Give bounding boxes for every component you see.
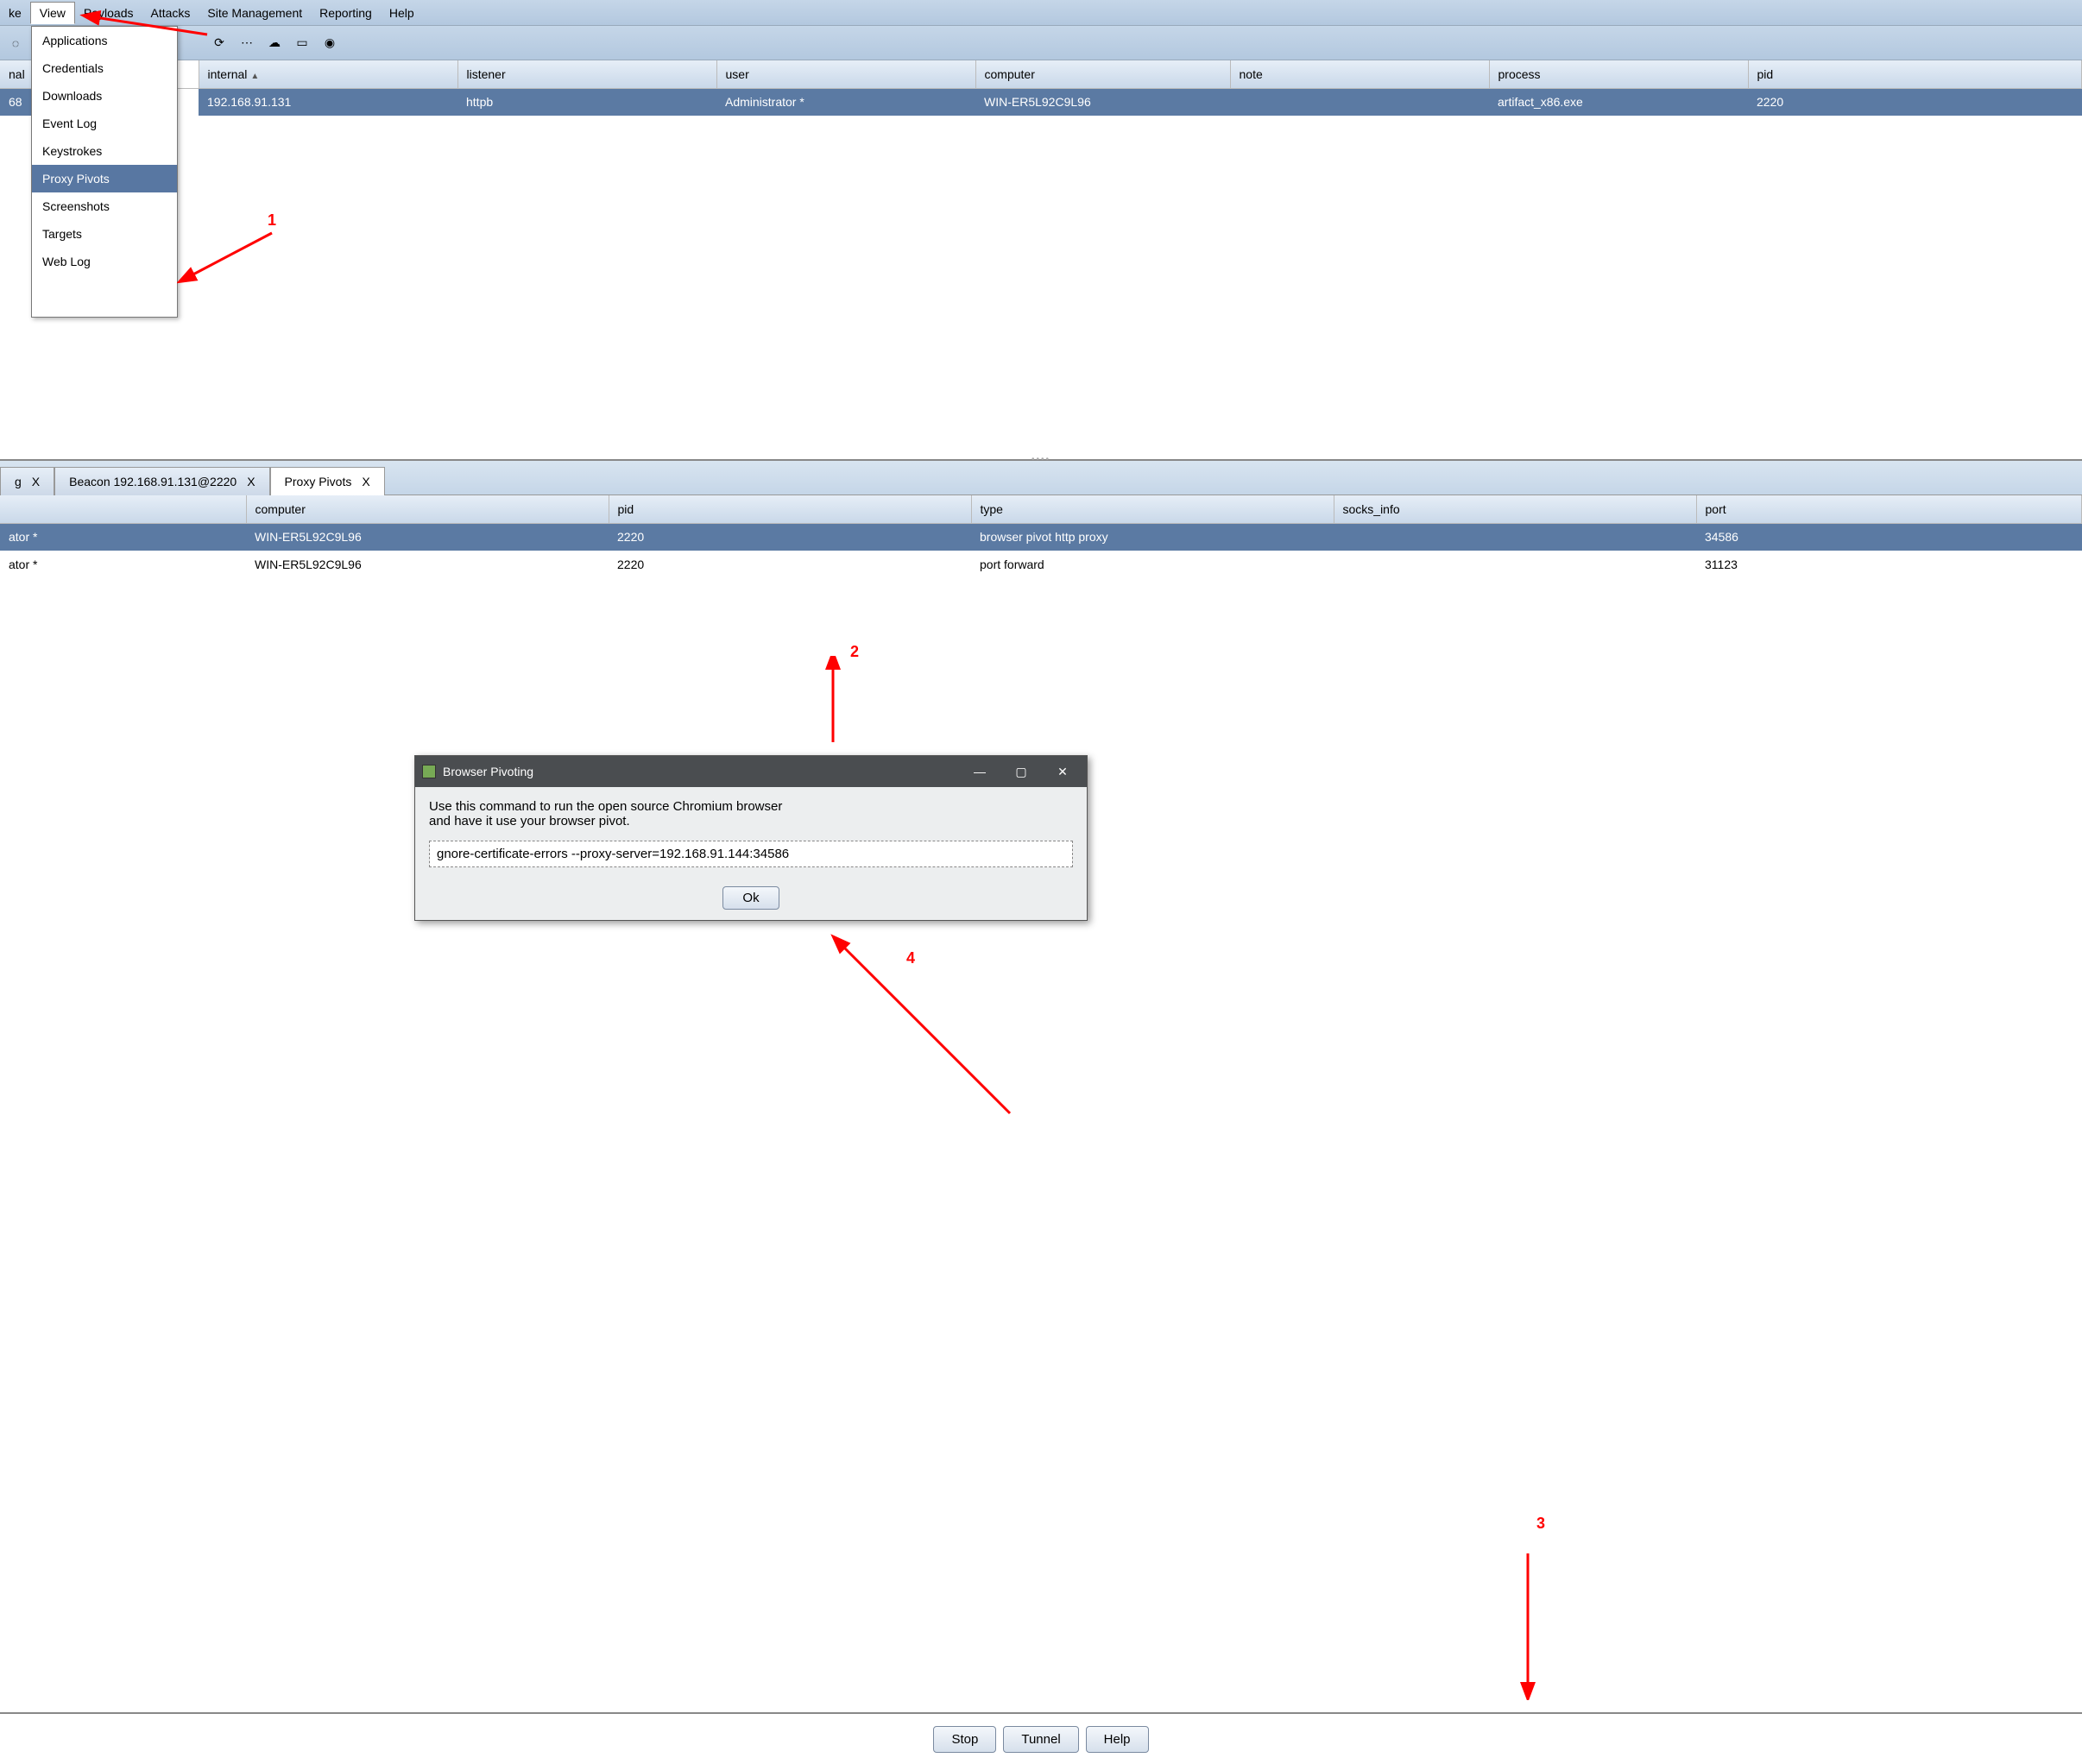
menu-item-cut[interactable]: ke (0, 3, 30, 23)
dialog-text-1: Use this command to run the open source … (429, 799, 1073, 814)
sessions-blank-area: •••• (0, 116, 2082, 461)
help-button[interactable]: Help (1086, 1726, 1149, 1753)
command-input[interactable] (429, 841, 1073, 867)
menu-item-view[interactable]: View (30, 2, 75, 24)
annotation-4: 4 (906, 949, 915, 967)
sessions-header-row: nal internal▲ listener user computer not… (0, 60, 2082, 88)
pivot-row-1[interactable]: ator * WIN-ER5L92C9L96 2220 port forward… (0, 551, 2082, 578)
bottom-button-bar: Stop Tunnel Help (0, 1712, 2082, 1764)
toolbar-cloud-icon[interactable]: ☁ (262, 33, 287, 54)
col-process[interactable]: process (1489, 60, 1748, 88)
dropdown-targets[interactable]: Targets (32, 220, 177, 248)
bottom-tabs: g X Beacon 192.168.91.131@2220 X Proxy P… (0, 461, 2082, 495)
tab-proxy-pivots-close-icon[interactable]: X (362, 475, 369, 488)
stop-button[interactable]: Stop (933, 1726, 996, 1753)
browser-pivoting-dialog: Browser Pivoting — ▢ ✕ Use this command … (414, 755, 1088, 921)
dropdown-keystrokes[interactable]: Keystrokes (32, 137, 177, 165)
tunnel-button[interactable]: Tunnel (1003, 1726, 1078, 1753)
col-internal[interactable]: internal▲ (199, 60, 457, 88)
col-listener[interactable]: listener (457, 60, 716, 88)
close-icon[interactable]: ✕ (1045, 759, 1080, 784)
menu-bar: ke View Payloads Attacks Site Management… (0, 0, 2082, 26)
tab-0-close-icon[interactable]: X (32, 475, 40, 488)
splitter-handle[interactable]: •••• (1015, 455, 1067, 460)
tab-proxy-pivots-label: Proxy Pivots (285, 475, 352, 488)
pivots-header-row: computer pid type socks_info port (0, 495, 2082, 523)
dropdown-credentials[interactable]: Credentials (32, 54, 177, 82)
tab-0[interactable]: g X (0, 467, 54, 495)
maximize-icon[interactable]: ▢ (1004, 759, 1038, 784)
menu-item-payloads[interactable]: Payloads (75, 3, 142, 23)
pcol-pid[interactable]: pid (609, 495, 971, 523)
minimize-icon[interactable]: — (962, 759, 997, 784)
menu-item-site-management[interactable]: Site Management (199, 3, 311, 23)
dropdown-web-log[interactable]: Web Log (32, 248, 177, 275)
toolbar: ◌ ⟳ ⋯ ☁ ▭ ◉ (0, 26, 2082, 60)
pivot-row-0[interactable]: ator * WIN-ER5L92C9L96 2220 browser pivo… (0, 523, 2082, 551)
annotation-3: 3 (1536, 1515, 1545, 1533)
col-external[interactable]: nal (0, 60, 35, 88)
pcol-socks[interactable]: socks_info (1334, 495, 1696, 523)
pcol-computer[interactable]: computer (246, 495, 609, 523)
view-dropdown: Applications Credentials Downloads Event… (31, 26, 178, 318)
ok-button[interactable]: Ok (722, 886, 779, 910)
dialog-titlebar[interactable]: Browser Pivoting — ▢ ✕ (415, 756, 1087, 787)
tab-beacon-label: Beacon 192.168.91.131@2220 (69, 475, 237, 488)
session-row[interactable]: 68 192.168.91.131 httpb Administrator * … (0, 88, 2082, 116)
toolbar-screen-icon[interactable]: ▭ (290, 33, 314, 54)
annotation-arrow-3 (1511, 1545, 1545, 1700)
dropdown-applications[interactable]: Applications (32, 27, 177, 54)
tab-0-label: g (15, 475, 22, 488)
annotation-2: 2 (850, 643, 859, 661)
annotation-arrow-2 (816, 656, 850, 751)
dialog-app-icon (422, 765, 436, 778)
pcol-user[interactable] (0, 495, 246, 523)
toolbar-connect-icon[interactable]: ◌ (3, 33, 28, 54)
menu-item-help[interactable]: Help (381, 3, 423, 23)
sessions-table: nal internal▲ listener user computer not… (0, 60, 2082, 116)
menu-item-reporting[interactable]: Reporting (311, 3, 381, 23)
dropdown-event-log[interactable]: Event Log (32, 110, 177, 137)
pcol-type[interactable]: type (971, 495, 1334, 523)
dropdown-screenshots[interactable]: Screenshots (32, 192, 177, 220)
col-computer[interactable]: computer (975, 60, 1230, 88)
tab-beacon[interactable]: Beacon 192.168.91.131@2220 X (54, 467, 269, 495)
col-user[interactable]: user (716, 60, 975, 88)
dialog-title: Browser Pivoting (443, 765, 533, 778)
tab-beacon-close-icon[interactable]: X (247, 475, 255, 488)
dropdown-proxy-pivots[interactable]: Proxy Pivots (32, 165, 177, 192)
toolbar-refresh-icon[interactable]: ⟳ (207, 33, 231, 54)
sort-asc-icon: ▲ (250, 72, 259, 81)
dropdown-downloads[interactable]: Downloads (32, 82, 177, 110)
annotation-arrow-4 (829, 932, 1027, 1131)
col-pid[interactable]: pid (1748, 60, 2082, 88)
menu-item-attacks[interactable]: Attacks (142, 3, 199, 23)
toolbar-camera-icon[interactable]: ◉ (318, 33, 342, 54)
dialog-text-2: and have it use your browser pivot. (429, 814, 1073, 828)
toolbar-dots-icon[interactable]: ⋯ (235, 33, 259, 54)
col-note[interactable]: note (1230, 60, 1489, 88)
tab-proxy-pivots[interactable]: Proxy Pivots X (270, 467, 385, 495)
pivots-table: computer pid type socks_info port ator *… (0, 495, 2082, 578)
pcol-port[interactable]: port (1696, 495, 2082, 523)
